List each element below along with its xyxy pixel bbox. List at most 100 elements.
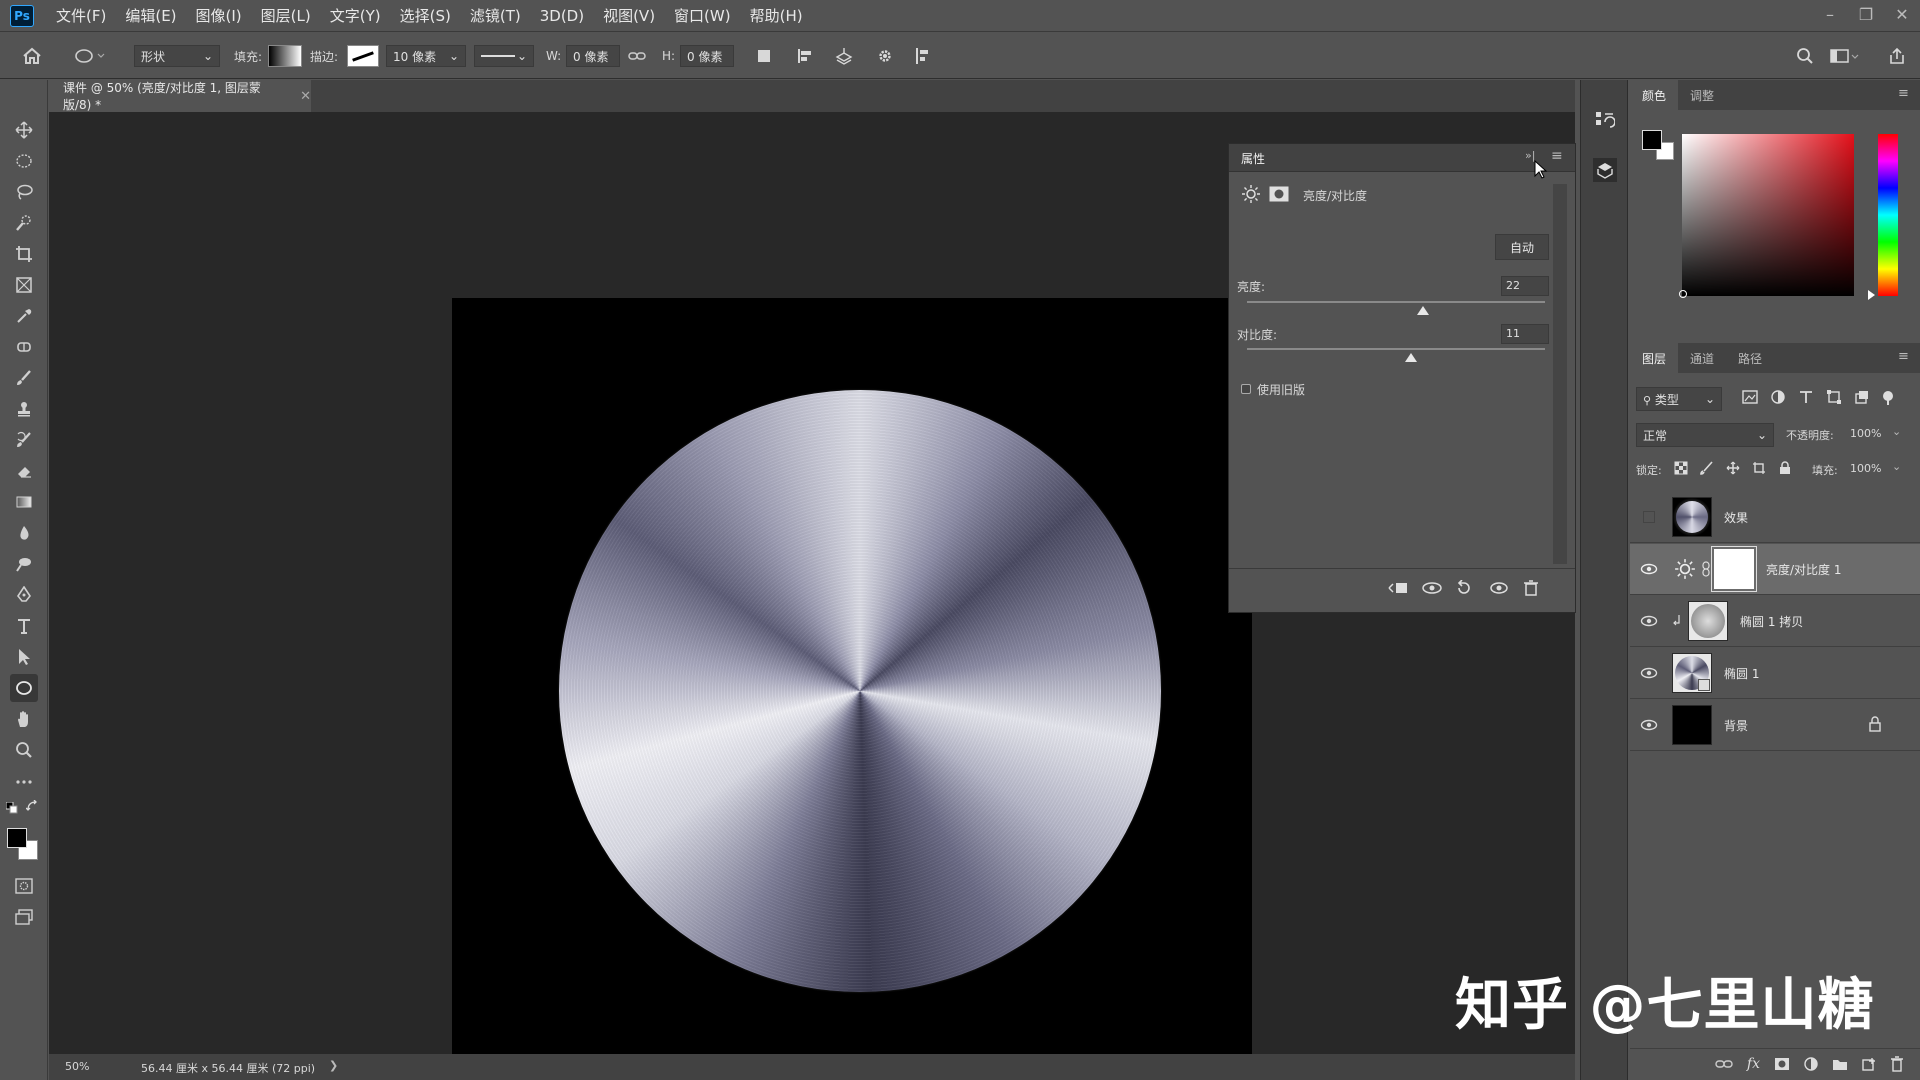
use-legacy-checkbox[interactable] (1241, 384, 1251, 394)
healing-brush-tool-icon[interactable] (10, 333, 38, 361)
filter-type-icon[interactable] (1798, 390, 1814, 406)
filter-pixel-icon[interactable] (1742, 390, 1758, 406)
crop-tool-icon[interactable] (10, 240, 38, 268)
blur-tool-icon[interactable] (10, 519, 38, 547)
brightness-slider-thumb[interactable] (1416, 306, 1429, 315)
view-previous-state-icon[interactable] (1421, 580, 1443, 596)
pen-tool-icon[interactable] (10, 581, 38, 609)
history-brush-tool-icon[interactable] (10, 426, 38, 454)
layer-row-ellipse[interactable]: 椭圆 1 (1630, 648, 1920, 699)
zoom-level[interactable]: 50% (65, 1060, 89, 1073)
eye-icon[interactable] (1636, 563, 1662, 575)
layer-name[interactable]: 亮度/对比度 1 (1766, 561, 1842, 578)
contrast-field[interactable]: 11 (1501, 324, 1549, 344)
menu-image[interactable]: 图像(I) (196, 5, 242, 26)
tab-channels[interactable]: 通道 (1678, 343, 1726, 373)
clip-to-layer-icon[interactable] (1387, 580, 1409, 596)
marquee-tool-icon[interactable] (10, 147, 38, 175)
filter-smart-object-icon[interactable] (1854, 390, 1870, 406)
history-panel-icon[interactable] (1595, 110, 1615, 132)
filter-adjustment-icon[interactable] (1770, 390, 1786, 406)
menu-edit[interactable]: 编辑(E) (125, 5, 176, 26)
status-expand-icon[interactable]: ❯ (329, 1059, 338, 1072)
menu-file[interactable]: 文件(F) (56, 5, 106, 26)
close-window-button[interactable]: ✕ (1884, 0, 1920, 28)
link-icon[interactable] (628, 32, 646, 80)
restore-button[interactable]: ❐ (1848, 0, 1884, 28)
3d-panel-icon[interactable] (1593, 158, 1617, 182)
fill-value[interactable]: 100% (1850, 462, 1881, 475)
layers-panel-menu-icon[interactable]: ≡ (1898, 349, 1909, 364)
link-layers-icon[interactable] (1715, 1058, 1733, 1070)
shape-mode-select[interactable]: 形状 ⌄ (134, 45, 220, 67)
menu-view[interactable]: 视图(V) (603, 5, 655, 26)
opacity-value[interactable]: 100% (1850, 427, 1881, 440)
quick-selection-tool-icon[interactable] (10, 209, 38, 237)
align-edges-icon[interactable] (914, 32, 932, 80)
gear-icon[interactable] (876, 32, 894, 80)
layer-filter-select[interactable]: ⚲ 类型 ⌄ (1636, 387, 1722, 411)
add-mask-icon[interactable] (1774, 1057, 1790, 1071)
filter-shape-icon[interactable] (1826, 390, 1842, 406)
lock-all-icon[interactable] (1778, 461, 1792, 475)
layer-mask-thumbnail[interactable] (1711, 546, 1757, 592)
layer-row-brightness-contrast[interactable]: 亮度/对比度 1 (1630, 544, 1920, 595)
layer-row-ellipse-copy[interactable]: 椭圆 1 拷贝 (1630, 596, 1920, 647)
brightness-field[interactable]: 22 (1501, 276, 1549, 296)
document-tab[interactable]: 课件 @ 50% (亮度/对比度 1, 图层蒙版/8) * ✕ (49, 80, 311, 112)
path-arrangement-icon[interactable] (834, 32, 854, 80)
tab-color[interactable]: 颜色 (1630, 80, 1679, 110)
hue-slider[interactable] (1878, 134, 1898, 296)
type-tool-icon[interactable] (10, 612, 38, 640)
stroke-width-field[interactable]: 10 像素 ⌄ (386, 45, 466, 67)
path-alignment-icon[interactable] (796, 32, 814, 80)
lock-position-icon[interactable] (1726, 461, 1740, 475)
height-field[interactable]: 0 像素 (680, 45, 734, 67)
auto-button[interactable]: 自动 (1495, 234, 1549, 260)
menu-help[interactable]: 帮助(H) (750, 5, 803, 26)
panel-menu-icon[interactable]: ≡ (1551, 148, 1563, 164)
new-adjustment-layer-icon[interactable] (1804, 1056, 1818, 1071)
more-tools-icon[interactable] (10, 768, 38, 796)
swap-colors-icon[interactable] (26, 800, 38, 812)
brightness-slider-track[interactable] (1247, 301, 1545, 303)
layer-name[interactable]: 椭圆 1 拷贝 (1740, 613, 1803, 630)
move-tool-icon[interactable] (10, 116, 38, 144)
screen-mode-icon[interactable] (10, 903, 38, 931)
close-document-icon[interactable]: ✕ (300, 89, 311, 104)
stroke-type-select[interactable]: ⌄ (474, 45, 534, 67)
frame-tool-icon[interactable] (10, 271, 38, 299)
lasso-tool-icon[interactable] (10, 178, 38, 206)
contrast-slider-track[interactable] (1247, 348, 1545, 350)
eye-icon[interactable] (1636, 615, 1662, 627)
color-panel-menu-icon[interactable]: ≡ (1898, 86, 1909, 101)
layer-name[interactable]: 椭圆 1 (1724, 665, 1759, 682)
properties-scrollbar[interactable] (1553, 184, 1567, 564)
layer-name[interactable]: 背景 (1724, 717, 1748, 734)
fill-swatch[interactable] (268, 45, 302, 67)
menu-type[interactable]: 文字(Y) (330, 5, 381, 26)
tab-layers[interactable]: 图层 (1630, 343, 1679, 373)
filter-toggle-icon[interactable] (1882, 390, 1894, 406)
layer-row-effect[interactable]: 效果 (1630, 492, 1920, 543)
menu-layer[interactable]: 图层(L) (261, 5, 311, 26)
home-icon[interactable] (22, 32, 42, 80)
lock-artboard-icon[interactable] (1752, 461, 1766, 475)
tab-paths[interactable]: 路径 (1726, 343, 1774, 373)
eye-icon[interactable] (1636, 667, 1662, 679)
new-group-icon[interactable] (1832, 1057, 1848, 1071)
foreground-color-swatch[interactable] (7, 828, 27, 848)
menu-3d[interactable]: 3D(D) (540, 7, 584, 25)
delete-layer-icon[interactable] (1890, 1055, 1904, 1072)
opacity-dropdown-icon[interactable]: ⌄ (1892, 425, 1901, 438)
stroke-swatch[interactable] (347, 45, 379, 67)
delete-adjustment-icon[interactable] (1523, 580, 1539, 596)
eraser-tool-icon[interactable] (10, 457, 38, 485)
chain-link-icon[interactable] (1702, 561, 1710, 577)
dodge-tool-icon[interactable] (10, 550, 38, 578)
menu-filter[interactable]: 滤镜(T) (470, 5, 521, 26)
fill-dropdown-icon[interactable]: ⌄ (1892, 460, 1901, 473)
clone-stamp-tool-icon[interactable] (10, 395, 38, 423)
lock-transparent-icon[interactable] (1674, 461, 1688, 475)
eye-icon[interactable] (1636, 719, 1662, 731)
